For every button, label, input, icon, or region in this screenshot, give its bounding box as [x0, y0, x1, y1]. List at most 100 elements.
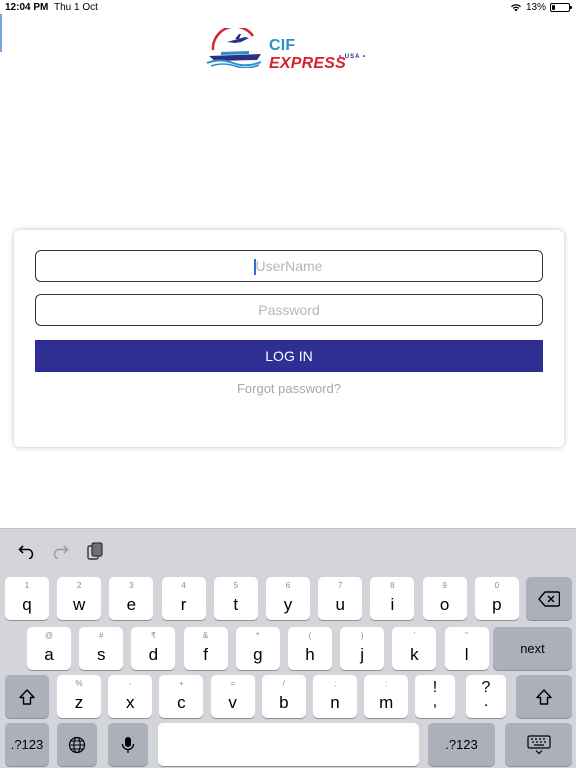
- globe-icon: [68, 736, 86, 753]
- key-hint: 5: [233, 581, 239, 590]
- key-label: q: [22, 595, 32, 614]
- edge-indicator: [0, 14, 2, 52]
- key-exclaim-comma[interactable]: !,: [415, 675, 455, 718]
- key-label: o: [439, 595, 450, 614]
- key-q[interactable]: 1q: [5, 577, 49, 620]
- key-k[interactable]: ' k: [392, 627, 437, 670]
- status-bar: 12:04 PM Thu 1 Oct 13%: [0, 0, 576, 16]
- key-label: w: [73, 595, 86, 614]
- app-screen: 12:04 PM Thu 1 Oct 13% CIF EXPRESS • USA…: [0, 0, 576, 768]
- key-x[interactable]: -x: [108, 675, 153, 718]
- login-button[interactable]: LOG IN: [35, 340, 543, 372]
- key-v[interactable]: = v: [210, 675, 255, 718]
- shift-key-right[interactable]: [516, 675, 572, 718]
- key-label: p: [492, 595, 502, 614]
- microphone-icon: [121, 736, 135, 753]
- key-b[interactable]: / b: [261, 675, 306, 718]
- key-y[interactable]: 6y: [266, 577, 310, 620]
- key-hint: 8: [390, 581, 395, 590]
- key-o[interactable]: 9o: [422, 577, 467, 620]
- key-e[interactable]: 3e: [109, 577, 154, 620]
- space-key[interactable]: [158, 723, 419, 766]
- backspace-key[interactable]: [526, 577, 572, 620]
- key-label: s: [96, 645, 106, 664]
- redo-icon[interactable]: [50, 541, 70, 561]
- forgot-password-link[interactable]: Forgot password?: [14, 381, 564, 396]
- globe-key[interactable]: [57, 723, 97, 766]
- key-hint: :: [385, 679, 388, 688]
- key-label: d: [148, 645, 159, 664]
- next-key[interactable]: next: [493, 627, 572, 670]
- key-label: k: [410, 645, 419, 664]
- shift-key-left[interactable]: [5, 675, 49, 718]
- key-m[interactable]: :m: [364, 675, 409, 718]
- key-a[interactable]: @ a: [27, 627, 71, 670]
- key-label: h: [305, 645, 315, 664]
- key-i[interactable]: 8i: [370, 577, 415, 620]
- key-hint: 2: [76, 581, 82, 590]
- battery-icon: [550, 3, 572, 12]
- dictation-key[interactable]: [108, 723, 148, 766]
- key-s[interactable]: # s: [79, 627, 124, 670]
- key-z[interactable]: % z: [57, 675, 101, 718]
- key-hint: ): [360, 631, 364, 640]
- key-c[interactable]: + c: [159, 675, 204, 718]
- keyboard-toolbar: [0, 529, 576, 573]
- paste-icon[interactable]: [85, 541, 105, 561]
- undo-icon[interactable]: [17, 541, 37, 561]
- status-time: 12:04 PM: [5, 2, 49, 13]
- numbers-key-left[interactable]: .?123: [5, 723, 49, 766]
- key-label: e: [126, 595, 137, 614]
- key-hint: -: [128, 679, 132, 688]
- ship-plane-logo-icon: [206, 28, 262, 68]
- key-label: y: [283, 595, 293, 614]
- key-j[interactable]: ) j: [340, 627, 385, 670]
- password-field[interactable]: [35, 294, 543, 326]
- username-input[interactable]: [36, 251, 542, 281]
- key-hint: ": [465, 631, 469, 640]
- key-label: u: [335, 595, 345, 614]
- key-hint: 9: [442, 581, 447, 590]
- key-hint: 1: [24, 581, 30, 590]
- key-label: f: [203, 645, 208, 664]
- text-cursor: [254, 259, 256, 275]
- keyboard-hide-icon: [526, 734, 551, 754]
- key-l[interactable]: " l: [444, 627, 489, 670]
- key-hint: @: [44, 631, 54, 640]
- key-hint: 3: [129, 581, 134, 590]
- key-label: r: [180, 595, 187, 614]
- username-field[interactable]: [35, 250, 543, 282]
- key-label: c: [177, 693, 186, 712]
- brand-sub: • USA •: [339, 54, 367, 60]
- key-question-period[interactable]: ?.: [466, 675, 506, 718]
- backspace-icon: [538, 590, 560, 607]
- key-r[interactable]: 4r: [161, 577, 206, 620]
- key-g[interactable]: * g: [235, 627, 280, 670]
- key-hint: *: [256, 631, 260, 640]
- key-hint: 7: [337, 581, 343, 590]
- password-input[interactable]: [36, 295, 542, 325]
- key-d[interactable]: ₹ d: [131, 627, 176, 670]
- key-w[interactable]: 2w: [57, 577, 102, 620]
- key-p[interactable]: 0p: [474, 577, 519, 620]
- status-right: 13%: [510, 2, 572, 13]
- shift-icon: [536, 688, 552, 705]
- key-label: i: [390, 595, 395, 614]
- key-hint: (: [308, 631, 312, 640]
- hide-keyboard-key[interactable]: [505, 723, 572, 766]
- key-hint: #: [98, 631, 104, 640]
- key-f[interactable]: & f: [183, 627, 228, 670]
- key-label: t: [233, 595, 239, 614]
- key-label: z: [74, 693, 84, 712]
- key-n[interactable]: ; n: [313, 675, 357, 718]
- key-hint: ': [413, 631, 416, 640]
- brand-accent: EXPRESS: [269, 55, 346, 72]
- key-label: ?.: [481, 679, 491, 710]
- key-hint: 6: [285, 581, 291, 590]
- key-t[interactable]: 5t: [213, 577, 258, 620]
- key-h[interactable]: (h: [288, 627, 332, 670]
- key-u[interactable]: 7u: [318, 577, 363, 620]
- key-label: b: [279, 693, 289, 712]
- key-label: x: [125, 693, 135, 712]
- numbers-key-right[interactable]: .?123: [428, 723, 495, 766]
